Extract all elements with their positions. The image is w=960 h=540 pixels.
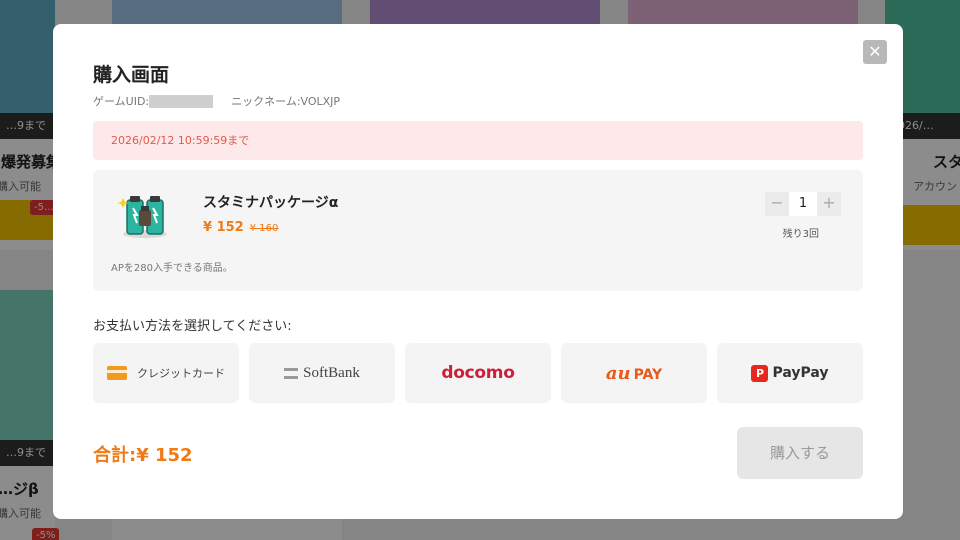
payment-softbank[interactable]: SoftBank xyxy=(249,343,395,403)
docomo-logo: docomo xyxy=(441,363,515,383)
payment-au-pay[interactable]: au PAY xyxy=(561,343,707,403)
payment-docomo[interactable]: docomo xyxy=(405,343,551,403)
product-price-row: ¥ 152 ¥ 160 xyxy=(203,220,278,235)
quantity-value[interactable]: 1 xyxy=(789,192,817,216)
plus-icon: + xyxy=(822,193,836,212)
dialog-title: 購入画面 xyxy=(93,64,170,86)
quantity-stepper: − 1 + xyxy=(765,192,841,216)
au-pay-label: PAY xyxy=(633,366,663,383)
close-icon: ✕ xyxy=(868,42,882,61)
payment-method-list: クレジットカード SoftBank docomo au PAY P PayPay xyxy=(93,343,863,403)
product-name: スタミナパッケージα xyxy=(203,195,339,211)
game-uid-label: ゲームUID: xyxy=(93,95,150,108)
credit-card-icon xyxy=(107,366,127,380)
sale-deadline-banner: 2026/02/12 10:59:59まで xyxy=(93,121,863,160)
purchase-dialog: ✕ 購入画面 ゲームUID: ニックネーム:VOLXJP 2026/02/12 … xyxy=(53,24,903,519)
payment-credit-card[interactable]: クレジットカード xyxy=(93,343,239,403)
payment-method-label: お支払い方法を選択してください: xyxy=(93,319,292,334)
au-pay-logo: au PAY xyxy=(606,363,662,384)
payment-paypay-label: PayPay xyxy=(772,365,829,381)
payment-softbank-label: SoftBank xyxy=(303,364,360,381)
order-total: 合計:¥ 152 xyxy=(93,445,193,466)
account-info: ゲームUID: ニックネーム:VOLXJP xyxy=(93,93,340,109)
game-uid-redacted xyxy=(149,94,214,108)
remaining-purchases: 残り3回 xyxy=(782,229,819,240)
paypay-logo-icon: P xyxy=(751,364,769,382)
minus-icon: − xyxy=(770,193,784,212)
payment-credit-label: クレジットカード xyxy=(137,367,225,380)
stamina-battery-icon xyxy=(117,190,173,240)
product-description: APを280入手できる商品。 xyxy=(111,263,233,274)
purchase-button[interactable]: 購入する xyxy=(737,427,863,479)
product-card: スタミナパッケージα ¥ 152 ¥ 160 APを280入手できる商品。 − … xyxy=(93,170,863,291)
softbank-logo-icon xyxy=(284,367,299,379)
nickname-label: ニックネーム:VOLXJP xyxy=(231,95,341,108)
payment-paypay[interactable]: P PayPay xyxy=(717,343,863,403)
product-price: ¥ 152 xyxy=(203,220,244,235)
quantity-decrease-button[interactable]: − xyxy=(765,192,789,216)
quantity-increase-button[interactable]: + xyxy=(817,192,841,216)
product-original-price: ¥ 160 xyxy=(249,223,279,234)
close-button[interactable]: ✕ xyxy=(863,40,887,64)
au-mark: au xyxy=(605,362,631,384)
